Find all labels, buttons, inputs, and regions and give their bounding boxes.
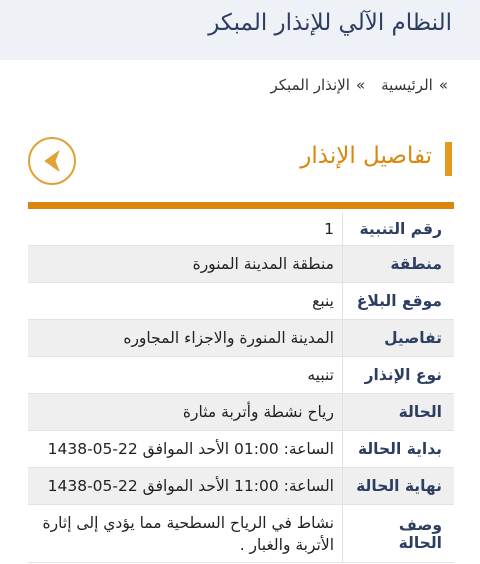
row-label: نوع الإنذار — [342, 357, 454, 393]
breadcrumb-home-link[interactable]: الرئيسية — [381, 76, 433, 94]
table-row: وصف الحالة نشاط في الرياح السطحية مما يؤ… — [28, 505, 454, 563]
section-divider — [28, 202, 454, 209]
app-header: النظام الآلي للإنذار المبكر — [0, 0, 480, 60]
row-label: موقع البلاغ — [342, 283, 454, 319]
row-label: الحالة — [342, 394, 454, 430]
table-row: الحالة رياح نشطة وأتربة مثارة — [28, 394, 454, 431]
breadcrumb-current: الإنذار المبكر — [270, 76, 350, 94]
row-value: ينبع — [312, 292, 334, 310]
row-label: رقم التنبية — [342, 212, 454, 245]
row-label: تفاصيل — [342, 320, 454, 356]
row-label: نهاية الحالة — [342, 468, 454, 504]
breadcrumb-separator-icon: » — [355, 76, 366, 94]
table-row: نوع الإنذار تنبيه — [28, 357, 454, 394]
row-value: رياح نشطة وأتربة مثارة — [182, 403, 334, 421]
table-row: منطقة منطقة المدينة المنورة — [28, 246, 454, 283]
table-row: تفاصيل المدينة المنورة والاجزاء المجاوره — [28, 320, 454, 357]
table-row: موقع البلاغ ينبع — [28, 283, 454, 320]
row-label: منطقة — [342, 246, 454, 282]
chevron-left-icon — [44, 150, 60, 172]
row-value: المدينة المنورة والاجزاء المجاوره — [123, 329, 334, 347]
section-header: تفاصيل الإنذار — [28, 142, 452, 176]
row-value: 1 — [324, 219, 334, 238]
breadcrumb: » الرئيسية » الإنذار المبكر — [271, 76, 449, 94]
app-title: النظام الآلي للإنذار المبكر — [208, 10, 452, 36]
breadcrumb-separator-icon: » — [438, 76, 448, 94]
back-button[interactable] — [28, 137, 76, 185]
row-label: وصف الحالة — [342, 505, 454, 562]
section-accent-bar — [445, 142, 452, 176]
row-value: نشاط في الرياح السطحية مما يؤدي إلى إثار… — [42, 513, 334, 554]
row-value: الساعة: 01:00 الأحد الموافق 22-05-1438 — [47, 440, 334, 458]
table-row: رقم التنبية 1 — [28, 212, 454, 246]
table-row: بداية الحالة الساعة: 01:00 الأحد الموافق… — [28, 431, 454, 468]
row-value: تنبيه — [307, 366, 334, 384]
row-label: بداية الحالة — [342, 431, 454, 467]
details-table: رقم التنبية 1 منطقة منطقة المدينة المنور… — [28, 212, 454, 563]
row-value: الساعة: 11:00 الأحد الموافق 22-05-1438 — [47, 477, 334, 495]
page-title: تفاصيل الإنذار — [300, 143, 432, 169]
table-row: نهاية الحالة الساعة: 11:00 الأحد الموافق… — [28, 468, 454, 505]
row-value: منطقة المدينة المنورة — [192, 255, 334, 273]
